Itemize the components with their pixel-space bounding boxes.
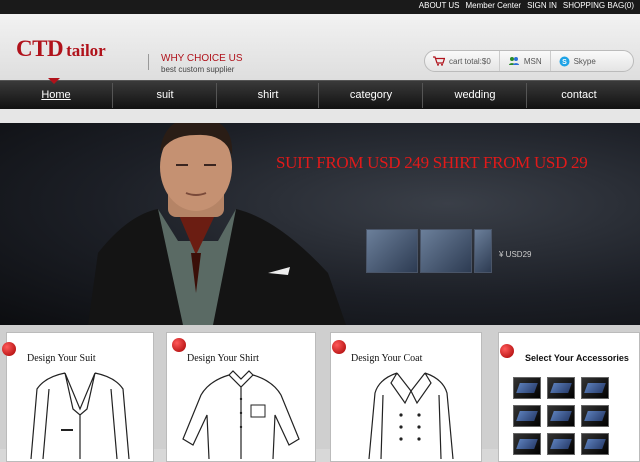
- header-service-box: cart total:$0 MSN S Skype: [424, 50, 634, 72]
- cart-icon: [433, 56, 445, 66]
- pin-icon: [2, 342, 16, 356]
- tie-box-image[interactable]: [547, 405, 575, 427]
- suit-sketch-icon: [30, 372, 130, 459]
- design-coat-title: Design Your Coat: [351, 353, 423, 364]
- pin-icon: [332, 340, 346, 354]
- nav-separator: [216, 83, 217, 108]
- pin-icon: [172, 338, 186, 352]
- hero-banner[interactable]: SUIT FROM USD 249 SHIRT FROM USD 29 ¥ US…: [0, 123, 640, 325]
- banner-promo-text: SUIT FROM USD 249 SHIRT FROM USD 29: [276, 153, 588, 172]
- pin-icon: [500, 344, 514, 358]
- shirt-thumbnail[interactable]: [366, 229, 418, 273]
- skype-icon: S: [559, 56, 570, 66]
- nav-shirt[interactable]: shirt: [218, 81, 318, 110]
- tie-box-image[interactable]: [513, 377, 541, 399]
- msn-contact[interactable]: MSN: [500, 51, 551, 71]
- tie-box-image[interactable]: [547, 377, 575, 399]
- shopping-bag-link[interactable]: SHOPPING BAG(0): [563, 1, 634, 10]
- design-shirt-card[interactable]: Design Your Shirt: [166, 332, 316, 462]
- skype-contact[interactable]: S Skype: [551, 51, 604, 71]
- svg-text:S: S: [562, 59, 567, 66]
- nav-separator: [318, 83, 319, 108]
- member-center-link[interactable]: Member Center: [466, 1, 522, 10]
- header-divider: [148, 54, 149, 70]
- site-logo[interactable]: CTD tailor: [16, 36, 106, 62]
- skype-label: Skype: [573, 56, 596, 66]
- nav-contact[interactable]: contact: [528, 81, 630, 110]
- nav-category[interactable]: category: [320, 81, 422, 110]
- shirt-thumbnail[interactable]: [474, 229, 492, 273]
- design-shirt-title: Design Your Shirt: [187, 353, 259, 364]
- top-links: ABOUT US Member Center SIGN IN SHOPPING …: [419, 1, 634, 10]
- nav-suit[interactable]: suit: [114, 81, 216, 110]
- header: CTD tailor WHY CHOICE US best custom supp…: [0, 14, 640, 80]
- banner-price-tag: ¥ USD29: [499, 250, 532, 259]
- about-us-link[interactable]: ABOUT US: [419, 1, 460, 10]
- active-nav-marker: [48, 78, 60, 84]
- logo-sub: tailor: [66, 41, 106, 60]
- nav-wedding[interactable]: wedding: [424, 81, 526, 110]
- sign-in-link[interactable]: SIGN IN: [527, 1, 557, 10]
- cart-total-label: cart total:$0: [449, 56, 491, 66]
- nav-stripe: [0, 109, 640, 123]
- tie-box-image[interactable]: [513, 405, 541, 427]
- tie-box-image[interactable]: [581, 405, 609, 427]
- nav-separator: [112, 83, 113, 108]
- accessories-card[interactable]: Select Your Accessories: [498, 332, 640, 462]
- why-choice-title[interactable]: WHY CHOICE US: [161, 53, 243, 64]
- coat-sketch-icon: [368, 372, 454, 459]
- why-choice-subtitle: best custom supplier: [161, 65, 235, 74]
- shirt-thumbnail[interactable]: [420, 229, 472, 273]
- design-suit-card[interactable]: Design Your Suit: [6, 332, 154, 462]
- tie-box-image[interactable]: [581, 433, 609, 455]
- msn-label: MSN: [523, 56, 542, 66]
- msn-icon: [508, 57, 519, 65]
- nav-separator: [422, 83, 423, 108]
- design-coat-card[interactable]: Design Your Coat: [330, 332, 482, 462]
- design-suit-title: Design Your Suit: [27, 353, 96, 364]
- nav-home[interactable]: Home: [0, 81, 112, 110]
- cart-total[interactable]: cart total:$0: [425, 51, 500, 71]
- nav-separator: [526, 83, 527, 108]
- shirt-sketch-icon: [182, 370, 300, 459]
- tie-box-image[interactable]: [581, 377, 609, 399]
- tie-box-image[interactable]: [513, 433, 541, 455]
- accessories-title: Select Your Accessories: [525, 353, 629, 363]
- top-bar: ABOUT US Member Center SIGN IN SHOPPING …: [0, 0, 640, 14]
- logo-main: CTD: [16, 36, 64, 61]
- main-nav: Home suit shirt category wedding contact: [0, 80, 640, 109]
- tie-box-image[interactable]: [547, 433, 575, 455]
